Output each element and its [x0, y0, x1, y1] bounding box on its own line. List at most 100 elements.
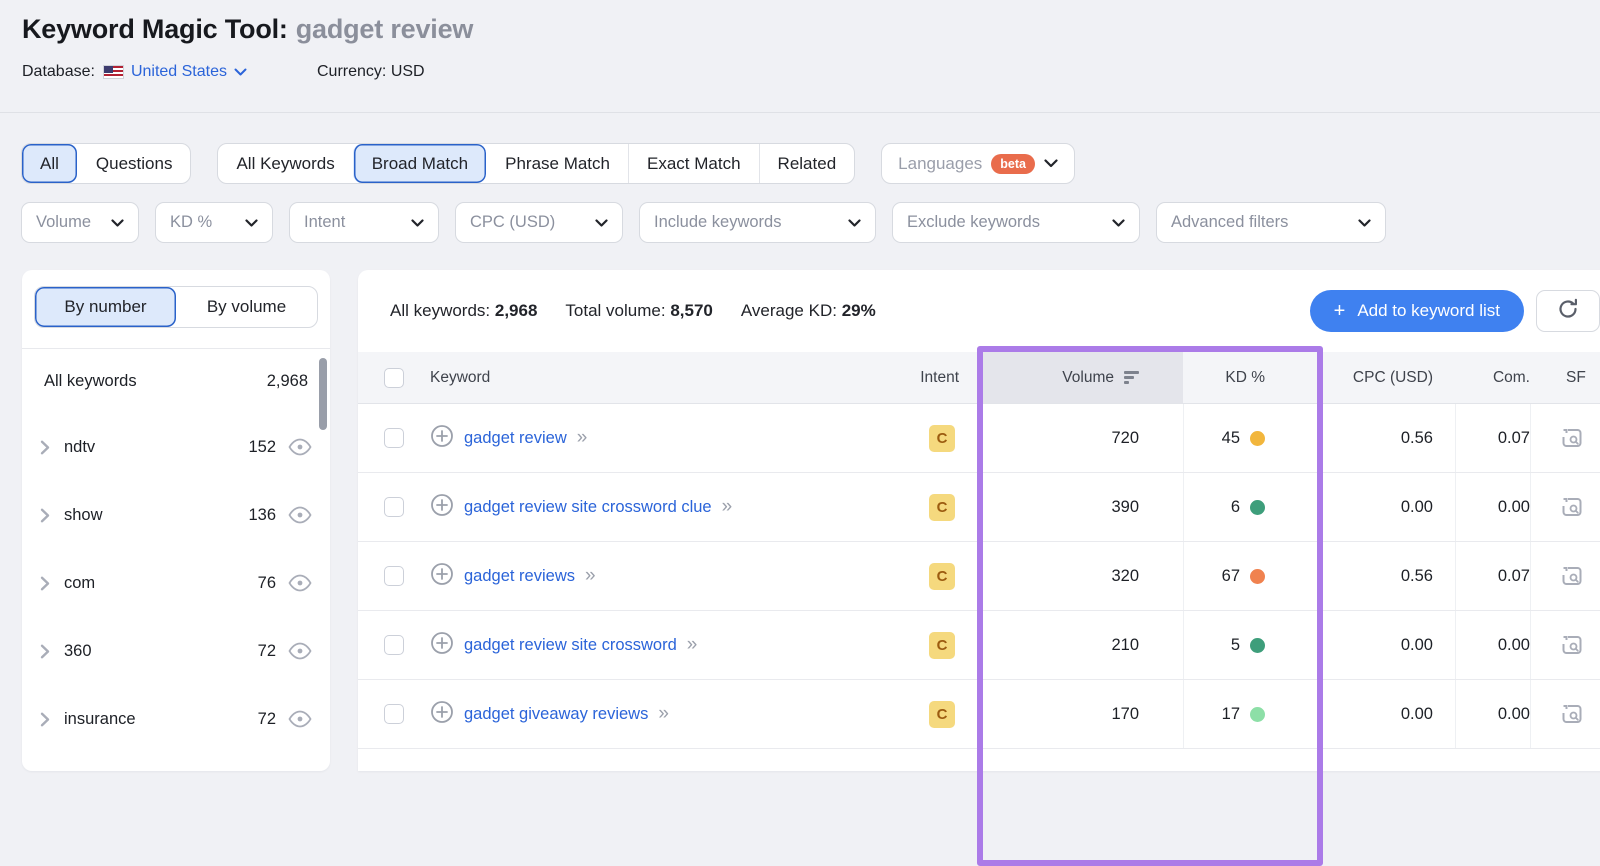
row-checkbox[interactable]	[384, 704, 404, 724]
intent-badge: C	[929, 700, 955, 728]
tab-questions[interactable]: Questions	[77, 144, 191, 183]
serp-features-icon[interactable]	[1561, 497, 1583, 517]
row-checkbox[interactable]	[384, 566, 404, 586]
tab-all[interactable]: All	[22, 144, 77, 183]
col-kd[interactable]: KD %	[1183, 352, 1317, 403]
row-checkbox[interactable]	[384, 497, 404, 517]
tab-by-volume[interactable]: By volume	[176, 287, 317, 327]
all-keywords-row[interactable]: All keywords 2,968	[22, 349, 330, 413]
database-selector[interactable]: United States	[131, 63, 247, 81]
keyword-link[interactable]: gadget reviews	[464, 567, 575, 586]
kd-cell: 17	[1183, 680, 1317, 748]
include-keywords-dropdown[interactable]: Include keywords	[639, 202, 876, 243]
sidebar-item-insurance[interactable]: insurance 72	[22, 685, 330, 753]
eye-icon[interactable]	[288, 506, 312, 524]
row-checkbox[interactable]	[384, 428, 404, 448]
add-keyword-icon[interactable]	[430, 562, 454, 591]
add-keyword-icon[interactable]	[430, 700, 454, 729]
serp-features-icon[interactable]	[1561, 428, 1583, 448]
col-com-label: Com.	[1492, 368, 1530, 386]
sidebar-item-ndtv[interactable]: ndtv 152	[22, 413, 330, 481]
kd-value: 67	[1221, 566, 1240, 585]
tab-broad-match[interactable]: Broad Match	[352, 144, 487, 183]
open-keyword-icon[interactable]: »	[577, 427, 588, 449]
kd-filter-dropdown[interactable]: KD %	[155, 202, 273, 243]
col-sf[interactable]: SF	[1530, 352, 1600, 403]
question-tab-group: All Questions	[21, 143, 192, 184]
volume-filter-label: Volume	[36, 213, 92, 231]
open-keyword-icon[interactable]: »	[585, 565, 596, 587]
cpc-cell: 0.00	[1317, 680, 1455, 748]
keyword-groups-sidebar: By number By volume All keywords 2,968 n…	[22, 270, 330, 771]
chevron-down-icon	[848, 218, 861, 227]
summary-bar: All keywords: 2,968 Total volume: 8,570 …	[358, 270, 1600, 352]
col-cpc[interactable]: CPC (USD)	[1317, 352, 1455, 403]
tab-all-keywords[interactable]: All Keywords	[218, 144, 352, 183]
kd-value: 45	[1221, 428, 1240, 447]
match-tab-group: All Keywords Broad Match Phrase Match Ex…	[217, 143, 856, 184]
sidebar-item-show[interactable]: show 136	[22, 481, 330, 549]
row-checkbox[interactable]	[384, 635, 404, 655]
eye-icon[interactable]	[288, 438, 312, 456]
keyword-link[interactable]: gadget review site crossword	[464, 636, 677, 655]
open-keyword-icon[interactable]: »	[658, 703, 669, 725]
serp-features-icon[interactable]	[1561, 635, 1583, 655]
com-cell: 0.00	[1455, 611, 1530, 679]
sidebar-item-com[interactable]: com 76	[22, 549, 330, 617]
group-count: 72	[257, 709, 276, 728]
advanced-filters-dropdown[interactable]: Advanced filters	[1156, 202, 1386, 243]
col-intent[interactable]: Intent	[920, 369, 959, 387]
group-count: 152	[248, 437, 276, 456]
col-volume[interactable]: Volume	[983, 352, 1183, 403]
exclude-keywords-dropdown[interactable]: Exclude keywords	[892, 202, 1140, 243]
select-all-checkbox[interactable]	[384, 367, 404, 388]
serp-features-icon[interactable]	[1561, 704, 1583, 724]
eye-icon[interactable]	[288, 574, 312, 592]
intent-badge: C	[929, 631, 955, 659]
sidebar-item-360[interactable]: 360 72	[22, 617, 330, 685]
summary-avg-kd-label: Average KD:	[740, 301, 837, 320]
results-panel: All keywords: 2,968 Total volume: 8,570 …	[358, 270, 1600, 771]
add-keyword-icon[interactable]	[430, 493, 454, 522]
serp-features-icon[interactable]	[1561, 566, 1583, 586]
tab-by-number[interactable]: By number	[35, 287, 176, 327]
col-keyword[interactable]: Keyword	[430, 369, 490, 387]
volume-filter-dropdown[interactable]: Volume	[21, 202, 139, 243]
cpc-cell: 0.00	[1317, 473, 1455, 541]
eye-icon[interactable]	[288, 710, 312, 728]
languages-dropdown[interactable]: Languages beta	[881, 143, 1075, 184]
col-com[interactable]: Com.	[1455, 352, 1530, 403]
cpc-cell: 0.56	[1317, 404, 1455, 472]
us-flag-icon	[102, 65, 124, 79]
eye-icon[interactable]	[288, 642, 312, 660]
add-keyword-icon[interactable]	[430, 631, 454, 660]
add-to-keyword-list-label: Add to keyword list	[1357, 301, 1500, 320]
keyword-link[interactable]: gadget review site crossword clue	[464, 498, 712, 517]
include-keywords-label: Include keywords	[654, 213, 782, 231]
chevron-right-icon	[40, 644, 50, 659]
add-to-keyword-list-button[interactable]: + Add to keyword list	[1309, 290, 1524, 332]
refresh-button[interactable]	[1536, 290, 1600, 332]
table-row: gadget review site crossword » C 210 5 0…	[358, 611, 1600, 680]
sidebar-scrollbar[interactable]	[319, 358, 327, 430]
open-keyword-icon[interactable]: »	[722, 496, 733, 518]
intent-filter-dropdown[interactable]: Intent	[289, 202, 439, 243]
chevron-down-icon	[234, 68, 247, 76]
volume-cell: 170	[1111, 704, 1139, 723]
add-keyword-icon[interactable]	[430, 424, 454, 453]
keyword-link[interactable]: gadget giveaway reviews	[464, 705, 648, 724]
kd-dot	[1250, 499, 1265, 515]
table-row: gadget review » C 720 45 0.56 0.07	[358, 404, 1600, 473]
com-cell: 0.07	[1455, 542, 1530, 610]
kd-cell: 67	[1183, 542, 1317, 610]
tab-related[interactable]: Related	[758, 144, 855, 183]
cpc-filter-dropdown[interactable]: CPC (USD)	[455, 202, 623, 243]
tab-phrase-match[interactable]: Phrase Match	[486, 144, 628, 183]
kd-cell: 5	[1183, 611, 1317, 679]
keyword-link[interactable]: gadget review	[464, 429, 567, 448]
group-label: com	[64, 573, 96, 592]
tab-exact-match[interactable]: Exact Match	[628, 144, 759, 183]
intent-filter-label: Intent	[304, 213, 346, 231]
kd-value: 6	[1230, 497, 1240, 516]
open-keyword-icon[interactable]: »	[687, 634, 698, 656]
